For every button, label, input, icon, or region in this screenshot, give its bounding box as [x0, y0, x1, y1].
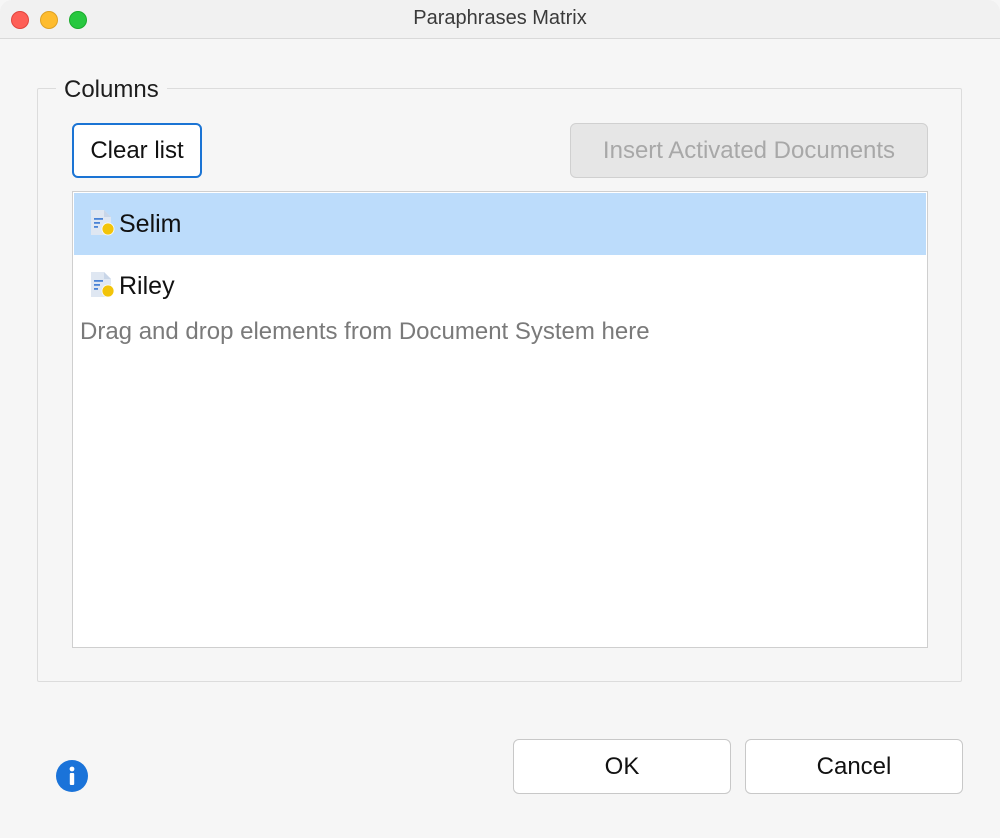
cancel-button[interactable]: Cancel	[745, 739, 963, 794]
insert-activated-documents-button[interactable]: Insert Activated Documents	[570, 123, 928, 178]
document-icon	[91, 272, 115, 298]
drop-hint: Drag and drop elements from Document Sys…	[80, 318, 650, 345]
dialog-window: Paraphrases Matrix Columns Clear list In…	[0, 0, 1000, 838]
window-title: Paraphrases Matrix	[413, 7, 587, 29]
list-item-label: Riley	[119, 271, 175, 300]
columns-list[interactable]: Selim Riley Drag and drop elements from …	[72, 191, 928, 648]
info-icon[interactable]	[56, 760, 88, 792]
list-item-selim[interactable]: Selim	[74, 193, 926, 255]
list-item-label: Selim	[119, 209, 182, 238]
list-item-riley[interactable]: Riley	[74, 255, 926, 317]
ok-button[interactable]: OK	[513, 739, 731, 794]
title-bar: Paraphrases Matrix	[0, 0, 1000, 39]
document-icon	[91, 210, 115, 236]
columns-group-legend: Columns	[56, 76, 167, 104]
clear-list-button[interactable]: Clear list	[72, 123, 202, 178]
